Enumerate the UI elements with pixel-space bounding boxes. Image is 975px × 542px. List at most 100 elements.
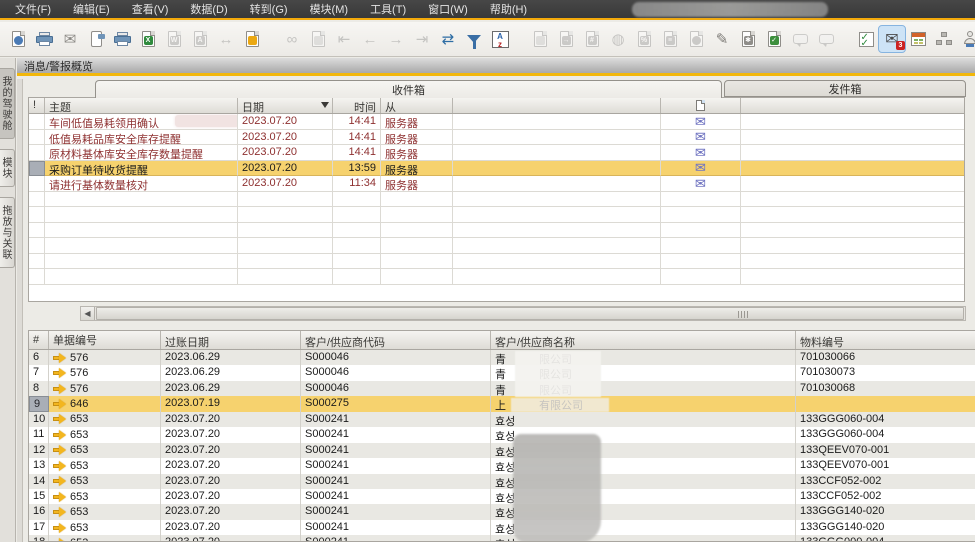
- sidebar-tab-1[interactable]: 我的驾驶舱: [0, 68, 15, 139]
- horizontal-scrollbar[interactable]: ◀: [80, 306, 966, 321]
- link-arrow-icon[interactable]: [53, 446, 66, 455]
- window-title-bar[interactable]: 消息/警报概览: [17, 58, 975, 76]
- message-attachment-cell[interactable]: ✉: [661, 176, 741, 192]
- inbox-row-5[interactable]: 请进行基体数量核对2023.07.2011:34服务器✉: [29, 176, 964, 192]
- doc-no-cell[interactable]: 653: [49, 504, 161, 519]
- menu-item-3[interactable]: 查看(V): [121, 0, 180, 19]
- sidebar-tab-3[interactable]: 拖放与关联: [0, 197, 15, 268]
- menu-item-8[interactable]: 窗口(W): [417, 0, 479, 19]
- detail-row-14[interactable]: 146532023.07.20S000241효성133CCF052-002: [29, 474, 975, 489]
- row-number[interactable]: 17: [29, 520, 49, 535]
- message-attachment-cell[interactable]: ✉: [661, 130, 741, 146]
- sort-descending-icon[interactable]: [321, 102, 329, 108]
- first-record-icon[interactable]: ⇤: [331, 26, 357, 52]
- export-word-icon[interactable]: W: [161, 26, 187, 52]
- menu-item-9[interactable]: 帮助(H): [479, 0, 538, 19]
- message-attachment-cell[interactable]: ✉: [661, 161, 741, 177]
- row-number[interactable]: 13: [29, 458, 49, 473]
- menu-item-6[interactable]: 模块(M): [299, 0, 360, 19]
- inbox-col-from[interactable]: 从: [381, 98, 453, 113]
- envelope-icon[interactable]: ✉: [695, 146, 706, 159]
- comment-icon[interactable]: [787, 26, 813, 52]
- org-chart-icon[interactable]: [931, 26, 957, 52]
- payment-means-icon[interactable]: ◍: [605, 26, 631, 52]
- row-number[interactable]: 11: [29, 427, 49, 442]
- menu-item-7[interactable]: 工具(T): [359, 0, 417, 19]
- row-selector[interactable]: [29, 145, 45, 161]
- detail-row-16[interactable]: 166532023.07.20S000241효성133GGG140-020: [29, 504, 975, 519]
- message-attachment-cell[interactable]: ✉: [661, 145, 741, 161]
- detail-row-7[interactable]: 75762023.06.29S000046青 限公司701030073: [29, 365, 975, 380]
- row-number[interactable]: 10: [29, 412, 49, 427]
- gross-profit-icon[interactable]: %: [631, 26, 657, 52]
- row-number[interactable]: 15: [29, 489, 49, 504]
- doc-no-cell[interactable]: 653: [49, 520, 161, 535]
- row-number[interactable]: 14: [29, 474, 49, 489]
- detail-col-index[interactable]: #: [29, 331, 49, 349]
- lock-screen-icon[interactable]: [239, 26, 265, 52]
- scrollbar-thumb[interactable]: [96, 307, 964, 320]
- payment-terms-icon[interactable]: ≡: [657, 26, 683, 52]
- scroll-left-button[interactable]: ◀: [81, 307, 95, 320]
- detail-col-posting-date[interactable]: 过账日期: [161, 331, 301, 349]
- inbox-col-subject[interactable]: 主题: [45, 98, 238, 113]
- doc-no-cell[interactable]: 576: [49, 365, 161, 380]
- inbox-col-date[interactable]: 日期: [238, 98, 333, 113]
- inbox-row-2[interactable]: 低值易耗品库安全库存提醒2023.07.2014:41服务器✉: [29, 130, 964, 146]
- previous-record-icon[interactable]: ←: [357, 26, 383, 52]
- detail-row-13[interactable]: 136532023.07.20S000241효성133QEEV070-001: [29, 458, 975, 473]
- edit-mode-icon[interactable]: ✎: [709, 26, 735, 52]
- find-icon[interactable]: ∞: [279, 26, 305, 52]
- doc-no-cell[interactable]: 576: [49, 350, 161, 365]
- inbox-col-flag[interactable]: !: [29, 98, 45, 113]
- doc-no-cell[interactable]: 653: [49, 412, 161, 427]
- detail-row-11[interactable]: 116532023.07.20S000241효성133GGG060-004: [29, 427, 975, 442]
- export-excel-icon[interactable]: X: [135, 26, 161, 52]
- link-arrow-icon[interactable]: [53, 353, 66, 362]
- export-pdf-icon[interactable]: A: [187, 26, 213, 52]
- detail-col-item-no[interactable]: 物料编号: [796, 331, 975, 349]
- row-number[interactable]: 12: [29, 443, 49, 458]
- menu-item-2[interactable]: 编辑(E): [62, 0, 121, 19]
- detail-row-10[interactable]: 106532023.07.20S000241효성133GGG060-004: [29, 412, 975, 427]
- inbox-row-4[interactable]: 采购订单待收货提醒2023.07.2013:59服务器✉: [29, 161, 964, 177]
- link-arrow-icon[interactable]: [53, 477, 66, 486]
- tab-outbox[interactable]: 发件箱: [724, 80, 966, 97]
- detail-col-bp-code[interactable]: 客户/供应商代码: [301, 331, 491, 349]
- doc-no-cell[interactable]: 646: [49, 396, 161, 411]
- detail-col-doc-no[interactable]: 单据编号: [49, 331, 161, 349]
- link-arrow-icon[interactable]: [53, 369, 66, 378]
- print-preview-icon[interactable]: [5, 26, 31, 52]
- row-selector[interactable]: [29, 161, 45, 177]
- fax-icon[interactable]: [109, 26, 135, 52]
- row-number[interactable]: 8: [29, 381, 49, 396]
- row-number[interactable]: 9: [29, 396, 49, 411]
- duplicate-document-icon[interactable]: →: [553, 26, 579, 52]
- clipboard-icon[interactable]: [305, 26, 331, 52]
- row-number[interactable]: 6: [29, 350, 49, 365]
- envelope-icon[interactable]: ✉: [695, 130, 706, 143]
- row-selector[interactable]: [29, 114, 45, 130]
- doc-no-cell[interactable]: 653: [49, 443, 161, 458]
- doc-no-cell[interactable]: 653: [49, 535, 161, 542]
- detail-row-18[interactable]: 186532023.07.20S000241효성133GGG000-004: [29, 535, 975, 542]
- row-number[interactable]: 18: [29, 535, 49, 542]
- tab-inbox[interactable]: 收件箱: [95, 80, 722, 98]
- detail-row-17[interactable]: 176532023.07.20S000241효성133GGG140-020: [29, 520, 975, 535]
- sort-table-icon[interactable]: Az: [487, 26, 513, 52]
- copy-document-icon[interactable]: [527, 26, 553, 52]
- email-icon[interactable]: ✉: [57, 26, 83, 52]
- document-settings-icon[interactable]: ✱: [735, 26, 761, 52]
- checklist-icon[interactable]: ✓✓: [853, 26, 879, 52]
- menu-item-5[interactable]: 转到(G): [239, 0, 299, 19]
- detail-row-15[interactable]: 156532023.07.20S000241효성133CCF052-002: [29, 489, 975, 504]
- launch-application-icon[interactable]: ↔: [213, 26, 239, 52]
- envelope-icon[interactable]: ✉: [695, 161, 706, 174]
- row-number[interactable]: 7: [29, 365, 49, 380]
- detail-col-bp-name[interactable]: 客户/供应商名称: [491, 331, 796, 349]
- calendar-icon[interactable]: [905, 26, 931, 52]
- sms-message-icon[interactable]: [83, 26, 109, 52]
- inbox-col-attachment[interactable]: [661, 98, 741, 113]
- message-attachment-cell[interactable]: ✉: [661, 114, 741, 130]
- link-arrow-icon[interactable]: [53, 461, 66, 470]
